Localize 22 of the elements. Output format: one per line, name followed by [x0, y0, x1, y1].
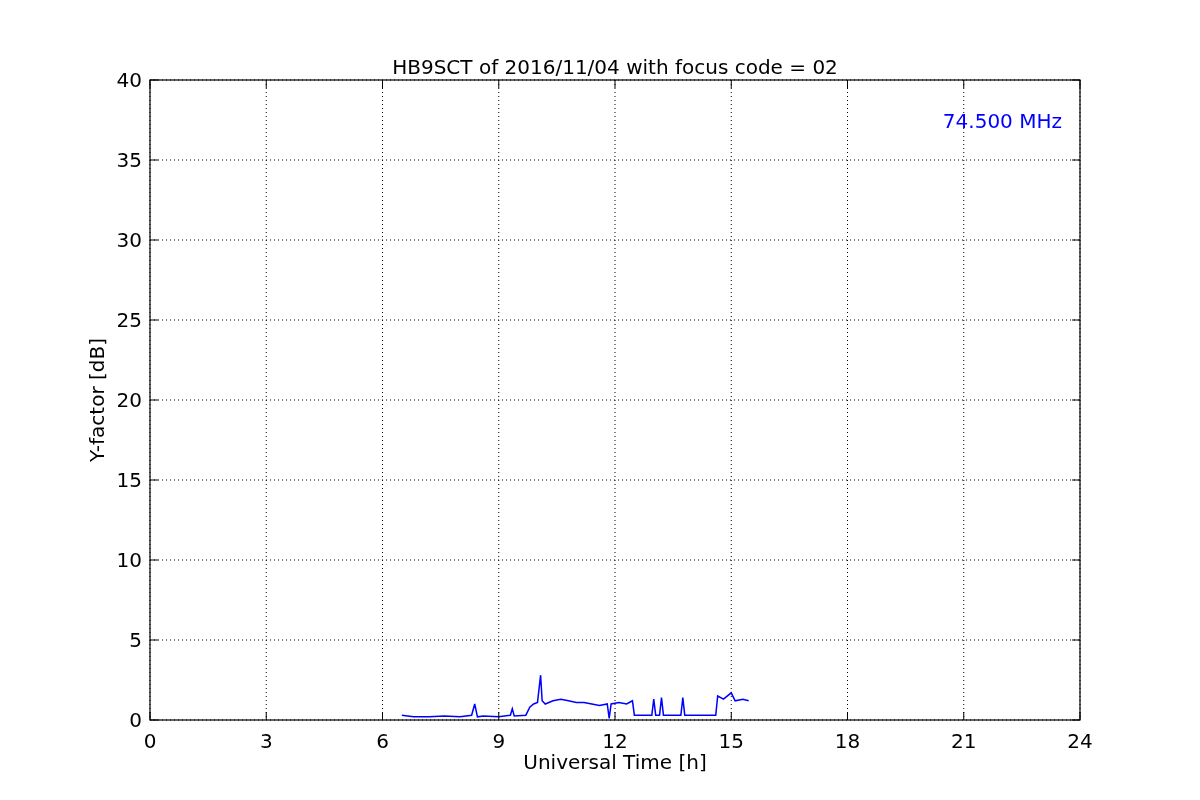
y-tick-label: 15: [116, 468, 142, 492]
x-tick-label: 21: [951, 729, 977, 753]
x-tick-label: 15: [718, 729, 744, 753]
x-tick-label: 6: [376, 729, 389, 753]
y-tick-label: 0: [129, 708, 142, 732]
x-tick-label: 3: [259, 729, 273, 753]
y-tick-label: 35: [116, 148, 142, 172]
y-tick-label: 20: [116, 388, 142, 412]
y-tick-label: 40: [116, 68, 142, 92]
x-tick-label: 9: [492, 729, 506, 753]
frequency-annotation: 74.500 MHz: [942, 109, 1062, 133]
x-axis-label: Universal Time [h]: [523, 750, 707, 774]
y-axis-label: Y-factor [dB]: [85, 338, 109, 462]
x-tick-label: 12: [602, 729, 628, 753]
x-tick-label: 0: [143, 729, 157, 753]
y-tick-label: 10: [116, 548, 142, 572]
y-tick-label: 30: [116, 228, 142, 252]
x-tick-label: 18: [834, 729, 861, 753]
y-tick-label: 25: [116, 308, 142, 332]
x-tick-label: 24: [1067, 729, 1093, 753]
y-tick-label: 5: [129, 628, 142, 652]
chart-title: HB9SCT of 2016/11/04 with focus code = 02: [392, 55, 838, 79]
